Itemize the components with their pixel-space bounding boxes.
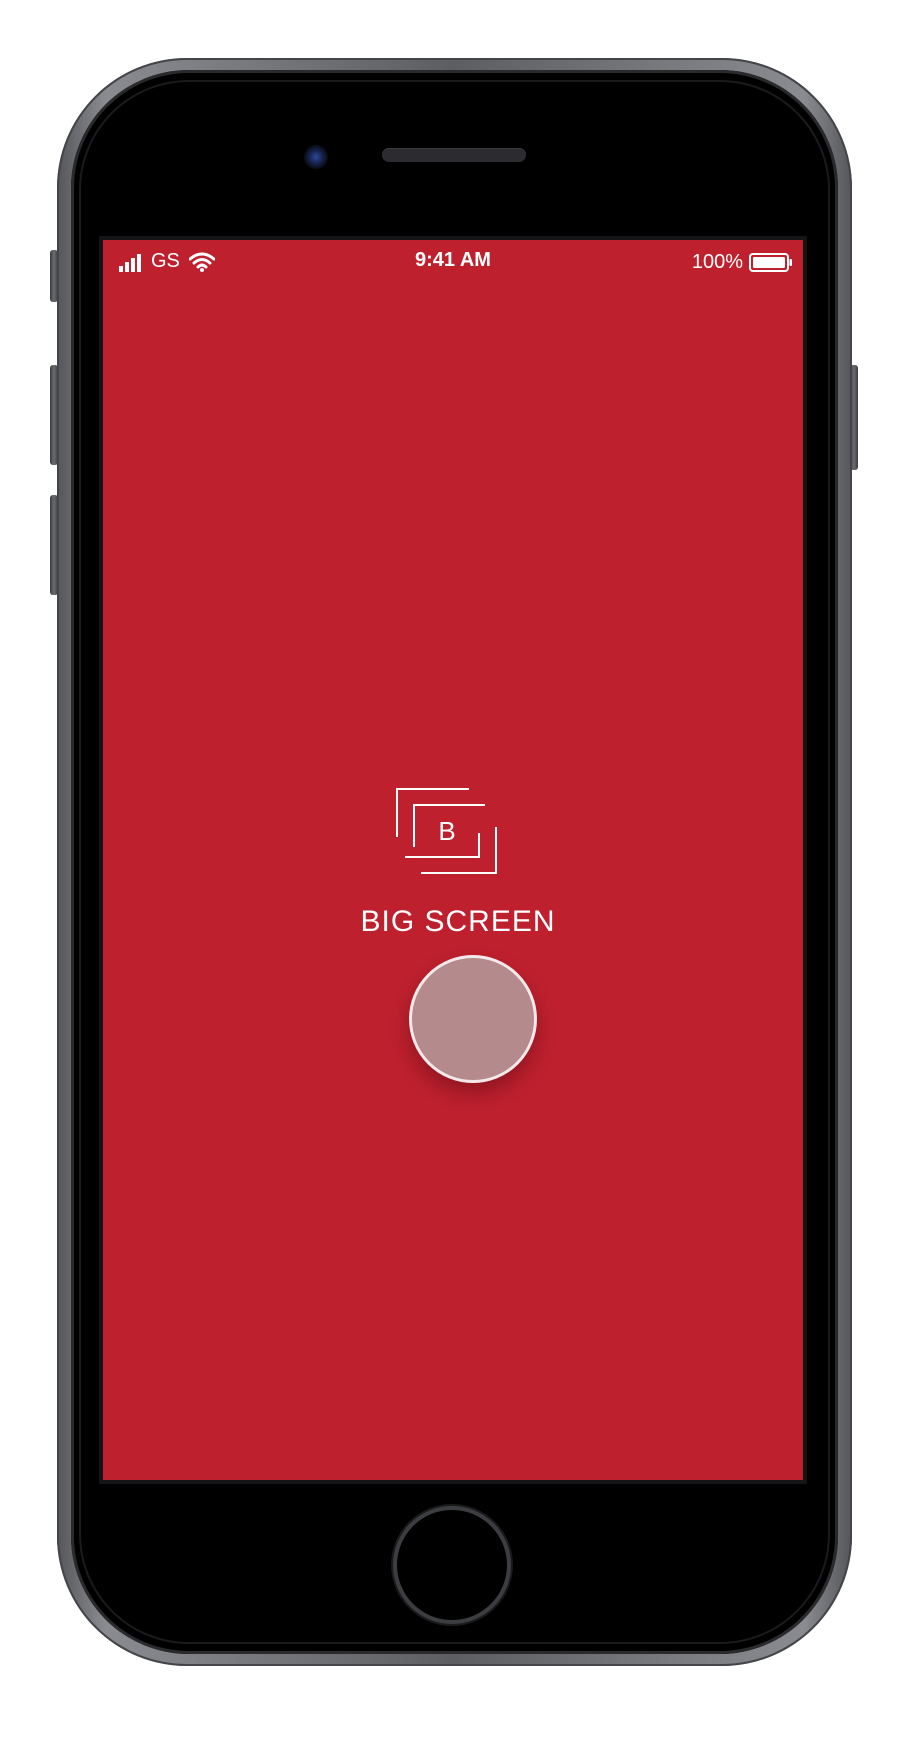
battery-percentage: 100% <box>691 251 743 273</box>
record-button[interactable] <box>409 955 537 1083</box>
earpiece-speaker <box>382 148 526 162</box>
front-camera-icon <box>304 145 328 169</box>
app-screen: GS 9:41 AM 100% B BIG SCREEN <box>103 240 803 1480</box>
big-screen-logo-icon: B <box>396 788 497 874</box>
home-button[interactable] <box>397 1510 507 1620</box>
logo-letter: B <box>438 816 455 846</box>
battery-full-icon <box>749 253 792 272</box>
device-mockup: GS 9:41 AM 100% B BIG SCREEN <box>0 0 923 1737</box>
app-title: BIG SCREEN <box>360 905 556 938</box>
status-bar: GS 9:41 AM 100% <box>103 240 803 284</box>
